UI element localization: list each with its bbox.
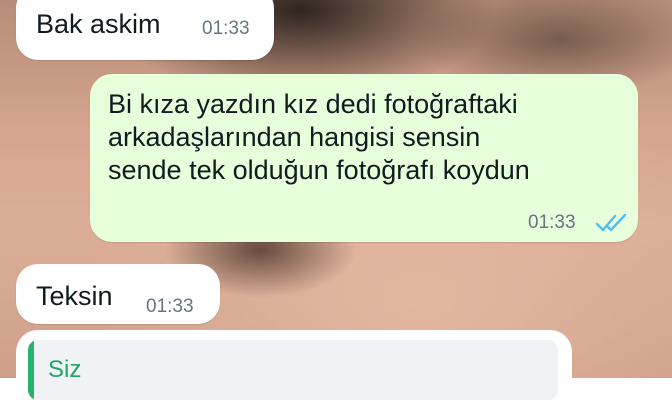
double-check-icon — [595, 213, 627, 232]
message-text: Teksin — [36, 281, 113, 311]
outgoing-message-bubble[interactable]: Bi kıza yazdın kız dedi fotoğraftaki ark… — [90, 74, 638, 242]
message-text-line-1: Bi kıza yazdın kız dedi fotoğraftaki — [108, 89, 518, 119]
message-time: 01:33 — [146, 296, 194, 317]
message-text-line-3: sende tek olduğun fotoğrafı koydun — [108, 155, 530, 185]
incoming-message-bubble[interactable]: Bak askim 01:33 — [16, 0, 274, 60]
message-time: 01:33 — [202, 18, 250, 39]
message-text-line-2: arkadaşlarından hangisi sensin — [108, 122, 481, 152]
quoted-message[interactable]: Siz — [28, 340, 558, 400]
reply-message-bubble[interactable]: Siz — [16, 330, 572, 400]
message-text: Bak askim — [36, 9, 161, 39]
quoted-sender-name: Siz — [48, 356, 82, 383]
incoming-message-bubble[interactable]: Teksin 01:33 — [16, 264, 220, 324]
message-time: 01:33 — [528, 212, 576, 233]
quote-accent-bar — [28, 340, 34, 400]
